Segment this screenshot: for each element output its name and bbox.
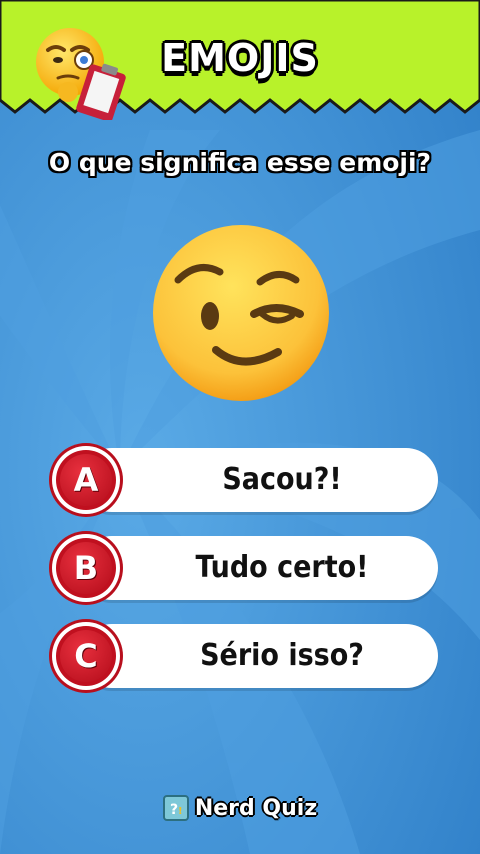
option-b-letter: B [73,549,99,587]
svg-text:!: ! [178,806,183,817]
footer-brand-text: Nerd Quiz [194,795,318,821]
option-b-badge: B [52,534,120,602]
winking-face-icon [153,225,329,401]
option-c[interactable]: Sério isso? C [52,622,440,690]
question-block-icon: ? ! [162,795,189,821]
swirl-background [0,0,480,854]
option-c-badge: C [52,622,120,690]
option-a-label: Sacou?! [222,462,342,497]
option-c-letter: C [74,637,98,675]
footer-brand: ? ! Nerd Quiz [0,795,480,821]
option-a-badge: A [52,446,120,514]
question-text: O que significa esse emoji? [48,148,432,177]
thinking-emoji-clipboard-icon [36,28,126,120]
svg-text:?: ? [170,802,178,818]
option-a[interactable]: Sacou?! A [52,446,440,514]
option-a-letter: A [73,461,99,499]
option-c-label: Sério isso? [200,638,364,673]
option-b[interactable]: Tudo certo! B [52,534,440,602]
option-b-label: Tudo certo! [195,550,369,585]
page-title: EMOJIS [161,36,319,80]
